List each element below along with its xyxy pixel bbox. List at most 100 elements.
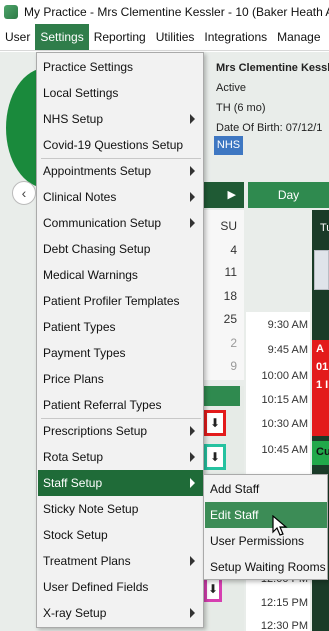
chevron-right-icon: [190, 608, 195, 618]
menu-item-patient-types[interactable]: Patient Types: [38, 314, 203, 340]
menu-item-label: Practice Settings: [43, 60, 134, 74]
menu-item-label: Staff Setup: [43, 476, 103, 490]
menu-item-label: Appointments Setup: [43, 164, 152, 178]
time-slot: 9:45 AM: [267, 344, 308, 356]
menu-item-patient-referral-types[interactable]: Patient Referral Types: [38, 392, 203, 418]
staff-photo: [314, 250, 329, 290]
title-bar: My Practice - Mrs Clementine Kessler - 1…: [0, 0, 329, 24]
menu-item-label: Patient Profiler Templates: [43, 294, 180, 308]
menu-item-label: Communication Setup: [43, 216, 162, 230]
menu-item-sticky-note-setup[interactable]: Sticky Note Setup: [38, 496, 203, 522]
menu-integrations[interactable]: Integrations: [199, 24, 272, 50]
menu-item-prescriptions-setup[interactable]: Prescriptions Setup: [38, 418, 203, 444]
calendar-date[interactable]: 4: [204, 243, 237, 257]
mouse-cursor-icon: [272, 515, 288, 536]
time-slot: 10:45 AM: [261, 444, 308, 456]
patient-name: Mrs Clementine Kessler: [216, 62, 329, 74]
weekday-header: SU: [220, 219, 237, 233]
menu-item-label: Local Settings: [43, 86, 119, 100]
calendar-date[interactable]: 2: [204, 336, 237, 350]
menu-item-local-settings[interactable]: Local Settings: [38, 80, 203, 106]
menu-item-label: Debt Chasing Setup: [43, 242, 151, 256]
menu-item-payment-types[interactable]: Payment Types: [38, 340, 203, 366]
menu-item-practice-settings[interactable]: Practice Settings: [38, 54, 203, 80]
menu-item-debt-chasing-setup[interactable]: Debt Chasing Setup: [38, 236, 203, 262]
appointment-green[interactable]: Cu: [312, 441, 329, 465]
menu-item-communication-setup[interactable]: Communication Setup: [38, 210, 203, 236]
patient-status: Active: [216, 82, 246, 94]
menu-item-rota-setup[interactable]: Rota Setup: [38, 444, 203, 470]
download-icon[interactable]: ⬇: [204, 410, 226, 436]
menu-item-x-ray-setup[interactable]: X-ray Setup: [38, 600, 203, 626]
app-icon: [4, 5, 18, 19]
menu-item-label: Payment Types: [43, 346, 126, 360]
menu-item-stock-setup[interactable]: Stock Setup: [38, 522, 203, 548]
calendar-date[interactable]: 25: [204, 312, 237, 326]
menu-item-clinical-notes[interactable]: Clinical Notes: [38, 184, 203, 210]
menu-item-add-staff[interactable]: Add Staff: [205, 476, 327, 502]
day-column-header: Tu: [312, 210, 329, 246]
time-slot: 9:30 AM: [267, 319, 308, 331]
menu-item-label: Covid-19 Questions Setup: [43, 138, 184, 152]
menu-item-label: X-ray Setup: [43, 606, 107, 620]
menu-reporting[interactable]: Reporting: [89, 24, 151, 50]
menu-item-patient-profiler-templates[interactable]: Patient Profiler Templates: [38, 288, 203, 314]
menu-item-appointments-setup[interactable]: Appointments Setup: [38, 158, 203, 184]
menu-item-user-permissions[interactable]: User Permissions: [205, 528, 327, 554]
menu-item-user-defined-fields[interactable]: User Defined Fields: [38, 574, 203, 600]
menu-item-label: Stock Setup: [43, 528, 108, 542]
chevron-right-icon: [190, 426, 195, 436]
patient-info: Mrs Clementine Kessler Active TH (6 mo) …: [216, 58, 329, 138]
menu-item-covid-19-questions-setup[interactable]: Covid-19 Questions Setup: [38, 132, 203, 158]
menu-manage[interactable]: Manage: [272, 24, 325, 50]
appointment-red-line: 1 I: [316, 379, 329, 391]
menu-item-staff-setup[interactable]: Staff Setup: [38, 470, 203, 496]
menu-item-label: Sticky Note Setup: [43, 502, 139, 516]
menu-item-setup-waiting-rooms[interactable]: Setup Waiting Rooms: [205, 554, 327, 580]
menu-item-label: Medical Warnings: [43, 268, 138, 282]
menu-item-label: Patient Types: [43, 320, 116, 334]
calendar-date[interactable]: 11: [204, 265, 237, 279]
chevron-right-icon: [190, 478, 195, 488]
menu-item-price-plans[interactable]: Price Plans: [38, 366, 203, 392]
window-title: My Practice - Mrs Clementine Kessler - 1…: [24, 5, 329, 19]
time-slot: 10:30 AM: [261, 418, 308, 430]
menu-item-label: User Defined Fields: [43, 580, 149, 594]
download-icon[interactable]: ⬇: [204, 444, 226, 470]
menu-item-nhs-setup[interactable]: NHS Setup: [38, 106, 203, 132]
patient-dob: Date Of Birth: 07/12/1: [216, 122, 323, 134]
calendar-date[interactable]: 18: [204, 289, 237, 303]
time-slot: 12:15 PM: [260, 597, 308, 609]
menu-item-label: Patient Referral Types: [43, 398, 162, 412]
menu-settings[interactable]: Settings: [35, 24, 89, 50]
nhs-badge[interactable]: NHS: [214, 136, 243, 155]
chevron-right-icon: [190, 192, 195, 202]
side-panel-header: [204, 386, 240, 406]
menu-user[interactable]: User: [0, 24, 35, 50]
appointment-red-line: A: [316, 343, 324, 355]
menu-item-edit-staff[interactable]: Edit Staff: [205, 502, 327, 528]
menu-item-medical-warnings[interactable]: Medical Warnings: [38, 262, 203, 288]
chevron-right-icon: [190, 556, 195, 566]
back-icon[interactable]: ‹: [12, 181, 36, 205]
menu-item-label: NHS Setup: [43, 112, 104, 126]
calendar-next-button[interactable]: ▶: [204, 182, 244, 208]
tab-day[interactable]: Day: [248, 182, 329, 208]
menu-item-label: Treatment Plans: [43, 554, 131, 568]
time-slot: 10:15 AM: [261, 394, 308, 406]
menu-utilities[interactable]: Utilities: [151, 24, 200, 50]
settings-menu: Practice Settings Local Settings NHS Setup…: [36, 52, 204, 628]
chevron-right-icon: [190, 218, 195, 228]
menu-item-label: Price Plans: [43, 372, 104, 386]
menu-item-label: Prescriptions Setup: [43, 424, 148, 438]
appointment-red-line: 01: [316, 361, 329, 373]
menu-item-treatment-plans[interactable]: Treatment Plans: [38, 548, 203, 574]
menu-item-label: Rota Setup: [43, 450, 104, 464]
chevron-right-icon: [190, 452, 195, 462]
patient-age: TH (6 mo): [216, 102, 266, 114]
menu-item-label: Clinical Notes: [43, 190, 117, 204]
chevron-right-icon: [190, 114, 195, 124]
calendar-date[interactable]: 9: [204, 359, 237, 373]
appointment-red[interactable]: A 01 1 I: [312, 340, 329, 436]
chevron-right-icon: [190, 166, 195, 176]
